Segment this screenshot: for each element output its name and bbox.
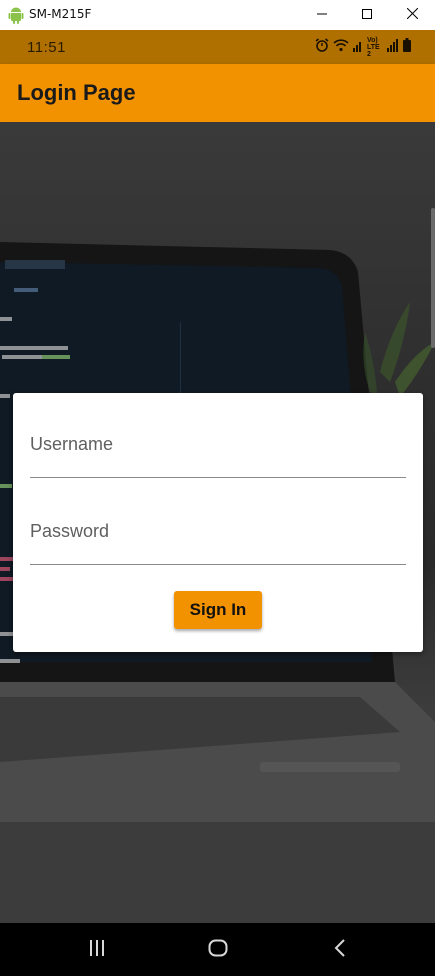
alarm-icon xyxy=(315,37,329,57)
username-field[interactable] xyxy=(30,421,406,478)
home-icon xyxy=(208,939,228,962)
password-input[interactable] xyxy=(30,516,406,546)
recents-icon xyxy=(88,939,106,962)
close-icon xyxy=(406,6,418,24)
scrollbar[interactable] xyxy=(431,208,435,348)
close-button[interactable] xyxy=(389,0,435,30)
app-bar: Login Page xyxy=(0,64,435,122)
login-card: Sign In xyxy=(13,393,423,652)
wifi-icon xyxy=(333,38,349,57)
username-input[interactable] xyxy=(30,429,406,459)
status-bar: 11:51 Vo) LTE2 xyxy=(0,30,435,64)
back-button[interactable] xyxy=(325,935,355,965)
maximize-icon xyxy=(362,6,372,24)
sign-in-button[interactable]: Sign In xyxy=(174,591,262,629)
volte-icon: Vo) LTE2 xyxy=(367,36,380,58)
signal-icon xyxy=(353,38,363,57)
status-icons: Vo) LTE2 xyxy=(315,36,411,58)
android-icon xyxy=(8,6,24,24)
minimize-button[interactable] xyxy=(299,0,345,30)
page-title: Login Page xyxy=(17,80,136,105)
signal-icon xyxy=(387,38,399,57)
back-icon xyxy=(333,938,347,962)
password-field[interactable] xyxy=(30,508,406,565)
recents-button[interactable] xyxy=(82,935,112,965)
window-title: SM-M215F xyxy=(29,7,92,21)
home-button[interactable] xyxy=(203,935,233,965)
status-time: 11:51 xyxy=(27,39,66,56)
battery-icon xyxy=(403,37,411,57)
maximize-button[interactable] xyxy=(344,0,390,30)
window-titlebar: SM-M215F xyxy=(0,0,435,30)
minimize-icon xyxy=(317,6,327,24)
nav-bar xyxy=(0,923,435,976)
